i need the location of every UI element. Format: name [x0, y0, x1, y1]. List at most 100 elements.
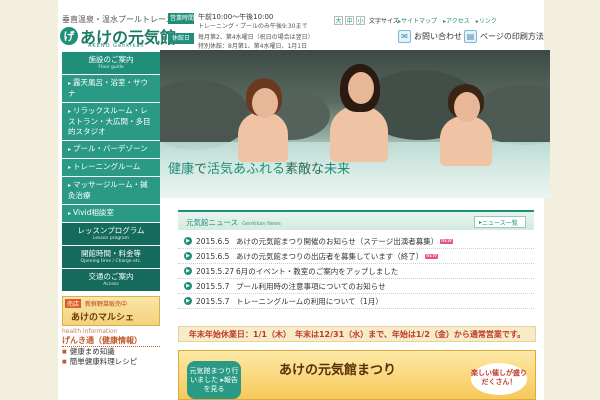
arrow-icon: ▶: [184, 297, 192, 305]
sidebar-item-en: Floor guide: [98, 65, 124, 70]
sidebar-item-bath[interactable]: 露天風呂・浴室・サウナ: [62, 75, 160, 103]
news-title-link[interactable]: あけの元気館まつりの出店者を募集しています（終了）: [236, 251, 423, 262]
new-badge: NEW: [440, 238, 453, 244]
news-list: ▶ 2015.6.5 あけの元気館まつり開催のお知らせ（ステージ出演者募集） N…: [178, 230, 534, 309]
catch-part: 活気あふれる: [207, 162, 286, 177]
hours-info: 営業時間 午前10:00〜午後10:00 トレーニング・プールのみ午後9:30ま…: [168, 13, 314, 51]
sidebar-item-training[interactable]: トレーニングルーム: [62, 159, 160, 177]
health-en: health information: [62, 328, 118, 335]
sidebar-item-massage[interactable]: マッサージルーム・鍼灸治療: [62, 177, 160, 205]
sidebar-item-label: リラックスルーム・レストラン・大広間・多目的スタジオ: [68, 106, 151, 136]
festival-banner[interactable]: 元気館まつり行いました ▸報告を見る あけの元気館まつり 楽しい催しが盛りだくさ…: [178, 350, 536, 400]
marche-banner[interactable]: 売店 新鮮野菜販売中 あけのマルシェ: [62, 296, 160, 326]
sidebar-item-en: Opening time / Charge etc.: [80, 259, 142, 264]
print-icon: ▤: [464, 30, 477, 43]
sitemap-link[interactable]: ▸サイトマップ: [398, 16, 437, 25]
closed-label: 休館日: [168, 33, 194, 44]
hours-value: 午前10:00〜午後10:00: [198, 13, 274, 21]
logo-roman: AKENO Genkikan: [88, 43, 145, 49]
news-title-link[interactable]: トレーニングルームの利用について（1月）: [236, 296, 383, 307]
news-header: 元気館ニュース Genkikan News ▸ ニュース一覧: [178, 210, 534, 230]
news-section: 元気館ニュース Genkikan News ▸ ニュース一覧 ▶ 2015.6.5…: [178, 210, 534, 309]
news-date: 2015.6.5: [196, 236, 230, 246]
news-item[interactable]: ▶ 2015.6.5 あけの元気館まつり開催のお知らせ（ステージ出演者募集） N…: [178, 234, 534, 249]
font-size-switcher: 大 中 小 文字サイズ: [334, 16, 399, 25]
news-title-link[interactable]: プール利用時の注意事項についてのお知らせ: [236, 281, 386, 292]
catch-part: 素敵な: [285, 162, 325, 177]
sidebar-item-floor-guide[interactable]: 施設のご案内 Floor guide: [62, 52, 160, 75]
new-badge: NEW: [425, 253, 438, 259]
arrow-icon: ▶: [184, 237, 192, 245]
mail-icon: ✉: [398, 30, 411, 43]
top-links: ▸サイトマップ ▸アクセス ▸リンク: [398, 16, 497, 25]
catch-part: 健康: [168, 162, 195, 177]
news-item[interactable]: ▶ 2015.5.7 プール利用時の注意事項についてのお知らせ: [178, 279, 534, 294]
catch-part: で: [194, 162, 208, 177]
sidebar-item-access[interactable]: 交通のご案内 Access: [62, 269, 160, 292]
hero-rock: [160, 80, 250, 150]
font-size-medium-button[interactable]: 中: [345, 16, 354, 25]
sidebar-item-lesson[interactable]: レッスンプログラム Lesson program: [62, 223, 160, 246]
hours-note: トレーニング・プールのみ午後9:30まで: [198, 23, 308, 30]
news-item[interactable]: ▶ 2015.6.5 あけの元気館まつりの出店者を募集しています（終了） NEW: [178, 249, 534, 264]
hero-catchphrase: 健康で活気あふれる素敵な未来: [168, 158, 350, 177]
font-size-large-button[interactable]: 大: [334, 16, 343, 25]
sidebar-item-label: 開館時間・料金等: [81, 249, 141, 258]
sidebar-nav: 施設のご案内 Floor guide 露天風呂・浴室・サウナ リラックスルーム・…: [62, 52, 160, 367]
sidebar-item-label: プール・バーデゾーン: [73, 144, 148, 153]
sidebar-item-hours[interactable]: 開館時間・料金等 Opening time / Charge etc.: [62, 246, 160, 269]
sidebar-item-en: Lesson program: [92, 236, 130, 241]
marche-sub: 新鮮野菜販売中: [85, 301, 128, 308]
header: 垂直温泉・温水プールトレーニング げ あけの元気館 AKENO Genkikan…: [58, 0, 544, 50]
arrow-icon: ▶: [184, 282, 192, 290]
health-link-recipes[interactable]: 簡単健康料理レシピ: [62, 357, 160, 367]
catch-part: 未来: [324, 162, 351, 177]
festival-report-badge[interactable]: 元気館まつり行いました ▸報告を見る: [187, 361, 241, 399]
print-label: ページの印刷方法: [480, 32, 544, 41]
marche-title: あけのマルシェ: [71, 313, 135, 323]
health-section: health information げんき通（健康情報） 健康まめ知識 簡単健…: [62, 328, 160, 367]
news-all-label: ニュース一覧: [482, 219, 518, 227]
news-title-link[interactable]: あけの元気館まつり開催のお知らせ（ステージ出演者募集）: [236, 236, 438, 247]
sidebar-item-label: マッサージルーム・鍼灸治療: [68, 180, 148, 200]
news-title: 元気館ニュース Genkikan News: [186, 217, 281, 228]
page: 垂直温泉・温水プールトレーニング げ あけの元気館 AKENO Genkikan…: [58, 0, 550, 400]
festival-sub: 楽しい催しが盛りだくさん！: [471, 363, 527, 395]
holiday-notice: 年末年始休業日：1/1（木） 年末は12/31（水）まで、年始は1/2（金）から…: [178, 326, 536, 342]
sidebar-item-vivid[interactable]: Vivid相談室: [62, 205, 160, 223]
print-link[interactable]: ▤ ページの印刷方法: [464, 30, 544, 43]
news-item[interactable]: ▶ 2015.5.27 6月のイベント・教室のご案内をアップしました: [178, 264, 534, 279]
sidebar-item-label: 露天風呂・浴室・サウナ: [68, 78, 149, 98]
logo-icon: げ: [60, 27, 78, 45]
news-item[interactable]: ▶ 2015.5.7 トレーニングルームの利用について（1月）: [178, 294, 534, 309]
news-date: 2015.5.7: [196, 281, 230, 291]
font-size-small-button[interactable]: 小: [356, 16, 365, 25]
hero-image: 健康で活気あふれる素敵な未来: [160, 50, 550, 198]
health-title: げんき通（健康情報）: [62, 335, 160, 347]
arrow-icon: ▶: [184, 252, 192, 260]
festival-title: あけの元気館まつり: [279, 363, 397, 378]
news-title-text: 元気館ニュース: [186, 218, 239, 227]
arrow-icon: ▶: [184, 267, 192, 275]
news-title-link[interactable]: 6月のイベント・教室のご案内をアップしました: [236, 266, 398, 277]
sidebar-item-pool[interactable]: プール・バーデゾーン: [62, 141, 160, 159]
sidebar-item-label: 交通のご案内: [88, 272, 134, 281]
marche-badge: 売店: [65, 299, 82, 308]
sidebar-item-relax[interactable]: リラックスルーム・レストラン・大広間・多目的スタジオ: [62, 103, 160, 141]
sidebar-item-en: Access: [103, 282, 119, 287]
news-all-button[interactable]: ▸ ニュース一覧: [474, 216, 526, 228]
access-link[interactable]: ▸アクセス: [443, 16, 470, 25]
sidebar-item-label: 施設のご案内: [88, 55, 134, 64]
news-date: 2015.5.27: [196, 266, 235, 276]
contact-label: お問い合わせ: [414, 32, 462, 41]
sidebar-item-label: Vivid相談室: [73, 208, 114, 217]
sidebar-item-label: トレーニングルーム: [73, 162, 141, 171]
news-date: 2015.5.7: [196, 296, 230, 306]
contact-link[interactable]: ✉ お問い合わせ: [398, 30, 462, 43]
font-size-label: 文字サイズ: [369, 18, 399, 25]
news-date: 2015.6.5: [196, 251, 230, 261]
links-link[interactable]: ▸リンク: [476, 16, 497, 25]
news-title-en: Genkikan News: [242, 221, 281, 227]
sidebar-item-label: レッスンプログラム: [77, 226, 145, 235]
health-link-tips[interactable]: 健康まめ知識: [62, 347, 160, 357]
